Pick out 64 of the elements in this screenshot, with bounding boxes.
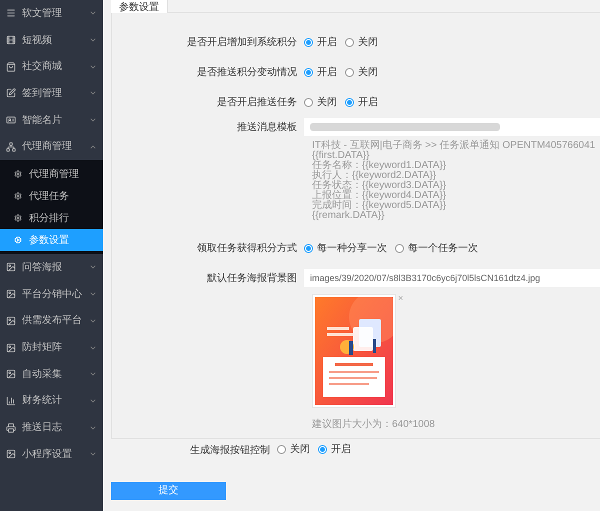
bar-chart-icon (6, 396, 16, 406)
radio-option[interactable]: 每一个任务一次 (395, 240, 478, 256)
image-icon (6, 449, 16, 460)
field-label: 是否开启增加到系统积分 (187, 36, 297, 48)
field-label: 默认任务海报背景图 (207, 272, 297, 284)
sidebar-item[interactable]: 小程序设置 (0, 440, 103, 468)
gear-icon (14, 170, 22, 178)
field-label: 是否开启推送任务 (217, 96, 297, 108)
sidebar-item[interactable]: 平台分销中心 (0, 280, 103, 308)
hint-text: {{remark.DATA}} (312, 211, 384, 221)
radio-option[interactable]: 开启 (304, 34, 337, 50)
hint-text: 上报位置：{{keyword4.DATA}} (312, 191, 448, 201)
radio-option[interactable]: 关闭 (277, 442, 310, 456)
hint-text: 任务名称：{{keyword1.DATA}} (312, 161, 448, 171)
gear-icon (14, 214, 22, 222)
sidebar-item[interactable]: 财务统计 (0, 388, 103, 414)
sidebar-item[interactable]: 自动采集 (0, 360, 103, 388)
sidebar-item[interactable]: 短视频 (0, 26, 103, 54)
edit-icon (6, 88, 16, 98)
hint-text: 执行人：{{keyword2.DATA}} (312, 171, 436, 181)
sidebar-item[interactable]: 签到管理 (0, 80, 103, 107)
sidebar-item[interactable]: 防封矩阵 (0, 334, 103, 361)
hint-text: {{first.DATA}} (312, 151, 370, 161)
field-label: 领取任务获得积分方式 (197, 242, 297, 254)
tab[interactable]: 参数设置 (111, 0, 168, 13)
image-icon (6, 342, 16, 353)
submenu-item[interactable]: 代理任务 (0, 185, 103, 208)
radio-option[interactable]: 关闭 (345, 64, 378, 80)
field-label: 是否推送积分变动情况 (197, 66, 297, 78)
radio-option[interactable]: 开启 (345, 94, 378, 110)
sidebar-item[interactable]: 智能名片 (0, 106, 103, 134)
submenu-item[interactable]: 代理商管理 (0, 163, 103, 186)
sidebar-item[interactable]: 推送日志 (0, 414, 103, 441)
sidebar-item[interactable]: 代理商管理 (0, 133, 103, 160)
sidebar-item[interactable]: 供需发布平台 (0, 308, 103, 334)
image-icon (6, 369, 16, 380)
image-icon (6, 316, 16, 326)
sidebar-item[interactable]: 问答海报 (0, 254, 103, 281)
sidebar-item[interactable]: 社交商城 (0, 53, 103, 80)
film-icon (6, 35, 16, 46)
image-icon (6, 289, 16, 300)
sitemap-icon (6, 142, 16, 152)
radio-option[interactable]: 开启 (318, 442, 351, 456)
printer-icon (6, 422, 16, 433)
radio-option[interactable]: 关闭 (345, 34, 378, 50)
image-icon (6, 262, 16, 272)
radio-option[interactable]: 每一种分享一次 (304, 240, 387, 256)
field-label: 推送消息模板 (237, 122, 297, 132)
input-field[interactable] (304, 118, 600, 136)
radio-option[interactable]: 开启 (304, 64, 337, 80)
hint-text: 建议图片大小为：640*1008 (312, 419, 435, 430)
hint-text: IT科技 - 互联网|电子商务 >> 任务派单通知 OPENTM405766041 (312, 141, 596, 151)
menu-icon (6, 8, 16, 18)
radio-option[interactable]: 关闭 (304, 94, 337, 110)
bag-icon (6, 62, 16, 72)
hint-text: 完成时间：{{keyword5.DATA}} (312, 201, 448, 211)
field-label: 生成海报按钮控制 (190, 445, 270, 456)
submenu-item[interactable]: 积分排行 (0, 207, 103, 230)
gear-icon (14, 236, 22, 244)
sidebar-item[interactable]: 软文管理 (0, 0, 103, 27)
id-card-icon (6, 115, 16, 126)
input-field[interactable]: images/39/2020/07/s8l3B3170c6yc6j70l5lsCN161dtz4.jpg (304, 269, 600, 287)
gear-icon (14, 192, 22, 200)
hint-text: 任务状态：{{keyword3.DATA}} (312, 181, 448, 191)
